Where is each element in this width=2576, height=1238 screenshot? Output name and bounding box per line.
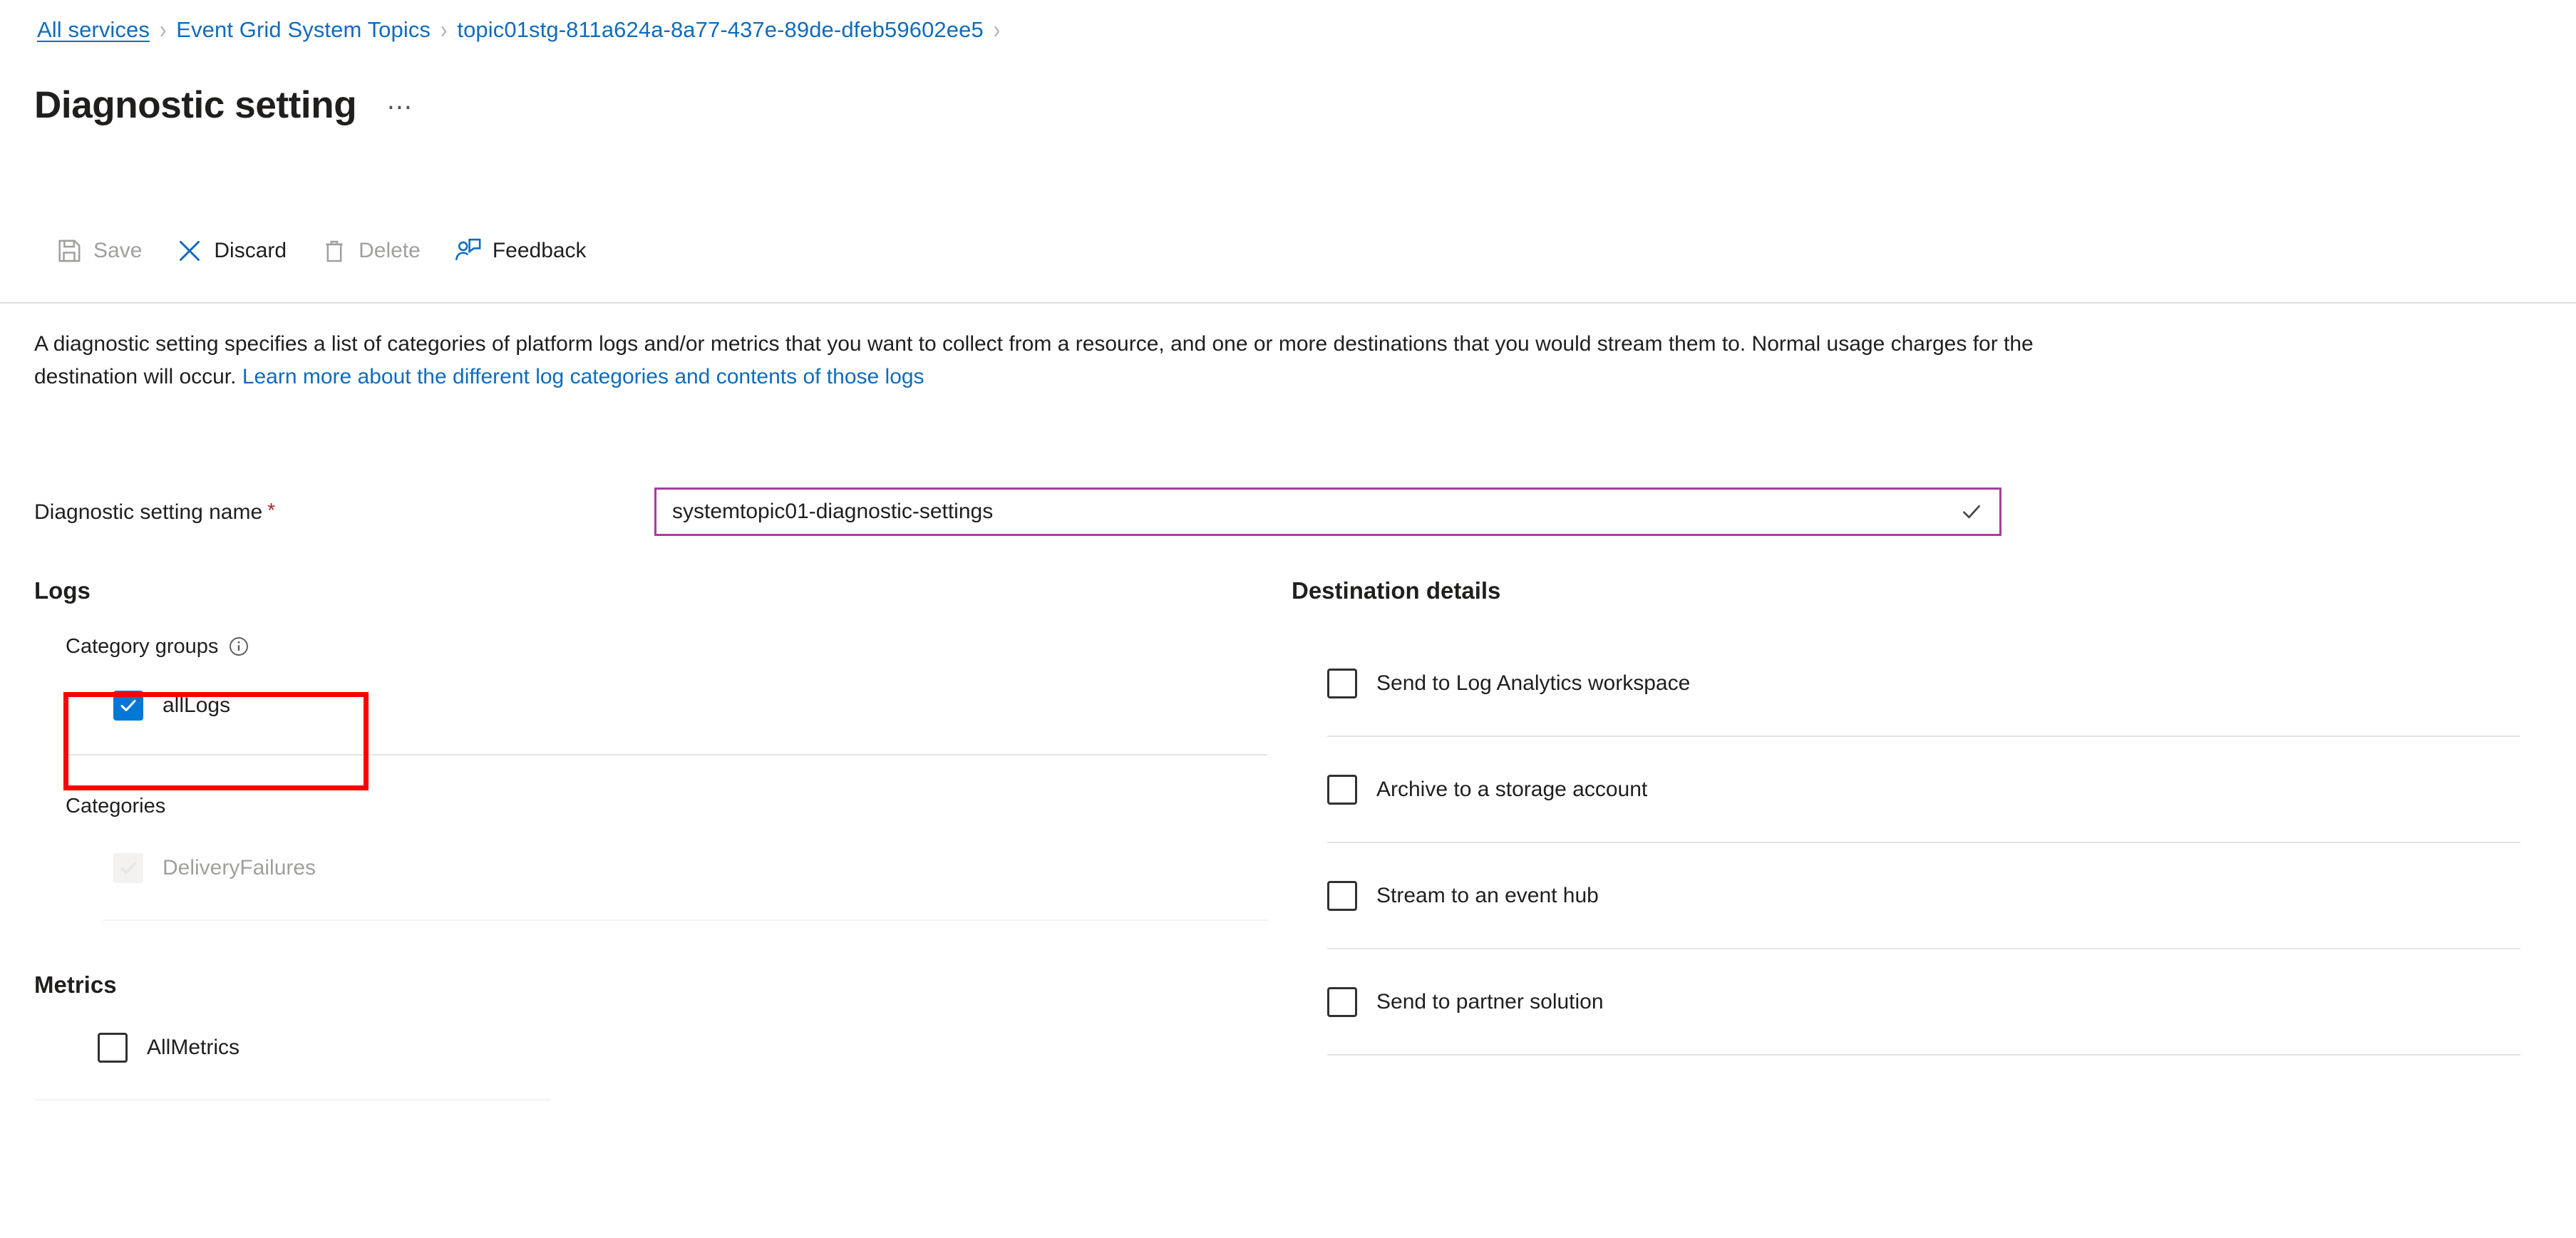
checkbox-label-allLogs: allLogs bbox=[163, 693, 231, 717]
feedback-person-icon bbox=[453, 236, 483, 266]
divider-after-metrics bbox=[34, 1099, 551, 1100]
more-options-button[interactable]: ⋯ bbox=[386, 94, 413, 124]
logs-and-metrics-column: Logs Category groups allLogs Categories bbox=[34, 579, 1267, 1100]
divider-destination-2 bbox=[1327, 842, 2520, 843]
checkbox-label-DeliveryFailures: DeliveryFailures bbox=[163, 856, 316, 880]
page-title-row: Diagnostic setting ⋯ bbox=[34, 80, 413, 124]
checkbox-row-send-to-log-analytics-workspace[interactable]: Send to Log Analytics workspace bbox=[1327, 662, 2525, 705]
delete-label: Delete bbox=[359, 239, 421, 262]
save-label: Save bbox=[93, 239, 143, 262]
checkbox-row-stream-to-an-event-hub[interactable]: Stream to an event hub bbox=[1327, 875, 2525, 917]
breadcrumb-separator-icon: › bbox=[441, 16, 448, 43]
divider-after-categories bbox=[103, 919, 1267, 921]
name-label-text: Diagnostic setting name bbox=[34, 500, 263, 524]
checkbox-row-DeliveryFailures: DeliveryFailures bbox=[113, 847, 1267, 889]
checkbox-send-to-log-analytics-workspace[interactable] bbox=[1327, 669, 1357, 698]
breadcrumb-separator-icon: › bbox=[993, 16, 1001, 43]
checkbox-row-send-to-partner-solution[interactable]: Send to partner solution bbox=[1327, 981, 2525, 1023]
breadcrumb-item-all-services[interactable]: All services bbox=[37, 17, 150, 43]
destination-details-title: Destination details bbox=[1292, 577, 1501, 604]
description-text: A diagnostic setting specifies a list of… bbox=[34, 328, 2051, 393]
checkbox-label-send-to-partner-solution: Send to partner solution bbox=[1376, 990, 1604, 1013]
checkbox-row-archive-to-a-storage-account[interactable]: Archive to a storage account bbox=[1327, 768, 2525, 811]
breadcrumb-item-topic[interactable]: topic01stg-811a624a-8a77-437e-89de-dfeb5… bbox=[457, 17, 983, 43]
checkbox-label-AllMetrics: AllMetrics bbox=[147, 1036, 240, 1059]
command-bar: Save Discard Delete Feedback bbox=[43, 229, 608, 272]
required-marker: * bbox=[267, 499, 276, 521]
category-groups-label-text: Category groups bbox=[66, 634, 219, 658]
checkbox-AllMetrics[interactable] bbox=[98, 1033, 128, 1063]
checkbox-archive-to-a-storage-account[interactable] bbox=[1327, 775, 1357, 805]
checkbox-label-stream-to-an-event-hub: Stream to an event hub bbox=[1376, 884, 1599, 907]
metrics-section-title: Metrics bbox=[34, 971, 117, 998]
divider-destination-1 bbox=[1327, 736, 2520, 737]
toolbar-divider bbox=[0, 302, 2576, 304]
checkbox-label-archive-to-a-storage-account: Archive to a storage account bbox=[1376, 778, 1648, 801]
checkbox-stream-to-an-event-hub[interactable] bbox=[1327, 881, 1357, 911]
breadcrumb-item-event-grid-system-topics[interactable]: Event Grid System Topics bbox=[176, 17, 431, 43]
trash-icon bbox=[319, 236, 349, 266]
diagnostic-setting-name-label: Diagnostic setting name * bbox=[34, 499, 654, 525]
destination-details-column: Destination details Send to Log Analytic… bbox=[1292, 579, 2525, 1056]
discard-label: Discard bbox=[214, 239, 287, 262]
info-icon[interactable] bbox=[228, 636, 249, 657]
divider-destination-3 bbox=[1327, 948, 2520, 949]
diagnostic-setting-name-input[interactable] bbox=[656, 490, 1999, 534]
breadcrumb: All services › Event Grid System Topics … bbox=[37, 16, 1010, 44]
discard-button[interactable]: Discard bbox=[163, 229, 298, 272]
diagnostic-setting-name-row: Diagnostic setting name * bbox=[34, 486, 2001, 537]
categories-label: Categories bbox=[66, 796, 1267, 817]
divider-destination-4 bbox=[1327, 1054, 2520, 1056]
save-button[interactable]: Save bbox=[43, 229, 153, 272]
checkbox-allLogs[interactable] bbox=[113, 691, 143, 721]
checkbox-send-to-partner-solution[interactable] bbox=[1327, 987, 1357, 1017]
divider-after-category-groups bbox=[63, 754, 1267, 755]
learn-more-link[interactable]: Learn more about the different log categ… bbox=[242, 365, 924, 388]
feedback-label: Feedback bbox=[492, 239, 587, 262]
breadcrumb-separator-icon: › bbox=[159, 16, 167, 43]
discard-icon bbox=[175, 236, 205, 266]
logs-section-title: Logs bbox=[34, 577, 91, 604]
category-groups-label: Category groups bbox=[66, 636, 1267, 657]
delete-button[interactable]: Delete bbox=[308, 229, 432, 272]
checkbox-row-allLogs[interactable]: allLogs bbox=[113, 684, 1267, 727]
save-icon bbox=[54, 236, 84, 266]
checkbox-row-AllMetrics[interactable]: AllMetrics bbox=[98, 1026, 1267, 1069]
page-title: Diagnostic setting bbox=[34, 84, 357, 126]
diagnostic-setting-name-input-wrapper[interactable] bbox=[654, 488, 2001, 536]
checkbox-label-send-to-log-analytics-workspace: Send to Log Analytics workspace bbox=[1376, 671, 1691, 695]
checkbox-DeliveryFailures bbox=[113, 853, 143, 883]
feedback-button[interactable]: Feedback bbox=[442, 229, 598, 272]
categories-label-text: Categories bbox=[66, 795, 166, 817]
